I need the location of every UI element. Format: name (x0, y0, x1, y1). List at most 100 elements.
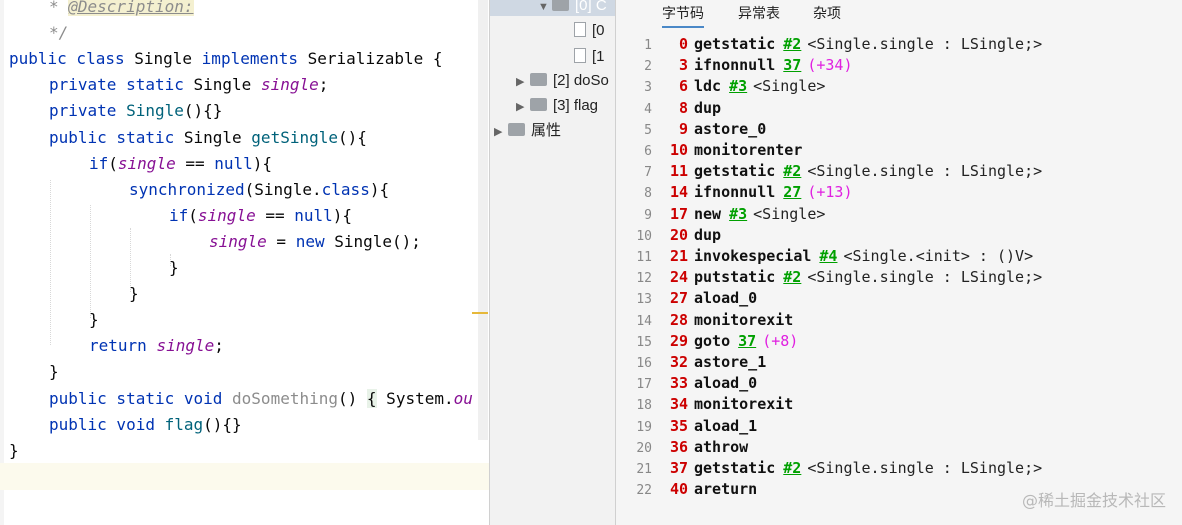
code-token: } (9, 440, 19, 460)
tree-node-label: 属性 (531, 122, 562, 139)
code-token: */ (49, 23, 69, 43)
code-token: ( (108, 153, 118, 173)
code-token: == (175, 153, 215, 173)
operand-description: <Single.<init> : ()V> (843, 247, 1034, 265)
code-token: Single (183, 127, 252, 147)
code-token: flag (164, 414, 204, 434)
opcode: aload_0 (694, 374, 758, 393)
line-number: 4 (644, 101, 652, 117)
code-line: if(single == null){ (89, 151, 272, 177)
current-line-highlight (0, 463, 489, 490)
opcode: goto (694, 331, 731, 350)
code-token: single (209, 231, 267, 251)
tab-exception-table[interactable]: 异常表 (738, 0, 780, 26)
bytecode-offset: 29 (669, 331, 688, 350)
tree-folder-node[interactable]: ▼ [0] C (538, 0, 607, 18)
constant-pool-link[interactable]: #3 (729, 205, 747, 223)
constant-pool-link[interactable]: #2 (783, 268, 801, 286)
bytecode-line: 2 3 ifnonnull 37 (+34) (616, 55, 852, 76)
bytecode-offset: 35 (669, 416, 688, 435)
operand-description: <Single.single : LSingle;> (807, 162, 1043, 181)
code-editor[interactable]: * @Description: */ public class Single imp… (0, 0, 489, 525)
bytecode-offset: 0 (678, 35, 688, 53)
bytecode-offset: 8 (678, 98, 688, 117)
tree-folder-node[interactable]: ▶ [2] doSo (516, 69, 609, 93)
operand-description: <Single.single : LSingle;> (807, 268, 1043, 287)
code-line: */ (49, 20, 68, 46)
code-token: single (156, 336, 215, 356)
constant-pool-link[interactable]: #4 (819, 247, 837, 265)
opcode: dup (694, 225, 722, 244)
line-number: 14 (636, 313, 652, 329)
opcode: ifnonnull (694, 56, 776, 75)
bytecode-line: 8 14 ifnonnull 27 (+13) (616, 182, 852, 203)
code-line: if(single == null){ (169, 203, 352, 229)
line-number: 7 (644, 165, 652, 181)
bytecode-line: 4 8 dup (616, 98, 721, 119)
code-token: () (338, 388, 367, 408)
opcode: getstatic (694, 35, 776, 53)
bytecode-offset: 20 (669, 225, 688, 244)
bytecode-offset: 37 (669, 459, 688, 477)
tree-node-label: [0 (592, 22, 605, 39)
bytecode-offset: 3 (678, 56, 688, 75)
opcode: monitorenter (694, 141, 803, 159)
editor-scrollbar[interactable] (478, 0, 488, 440)
code-token: single (117, 153, 176, 173)
code-token: public static void (49, 388, 233, 408)
code-token: single (197, 205, 256, 225)
tab-bytecode[interactable]: 字节码 (662, 0, 704, 28)
tree-folder-node[interactable]: ▶ [3] flag (516, 94, 598, 118)
code-token: null (294, 205, 333, 225)
line-number: 22 (636, 483, 652, 499)
tree-file-node[interactable]: [0 (560, 19, 605, 43)
indent-guide (50, 180, 52, 345)
tree-folder-node[interactable]: ▶ 属性 (494, 119, 561, 143)
class-structure-tree[interactable]: ▼ [0] C [0 [1 ▶ [2] doSo ▶ [3] flag ▶ 属性 (490, 0, 615, 525)
chevron-right-icon[interactable]: ▶ (516, 70, 530, 94)
tree-file-node[interactable]: [1 (560, 45, 605, 69)
constant-pool-link[interactable]: 27 (783, 183, 801, 201)
code-token: == (255, 205, 295, 225)
line-number: 9 (644, 207, 652, 223)
constant-pool-link[interactable]: #2 (783, 35, 801, 53)
bytecode-line: 7 11 getstatic #2 <Single.single : LSingle;> (616, 161, 1042, 182)
code-token: private static (49, 75, 194, 95)
line-number: 11 (636, 250, 652, 265)
bytecode-offset: 33 (669, 374, 688, 393)
line-number: 1 (644, 38, 652, 53)
code-token: implements (201, 49, 308, 69)
bytecode-line: 16 32 astore_1 (616, 352, 766, 373)
constant-pool-link[interactable]: #2 (783, 459, 801, 477)
bytecode-line: 17 33 aload_0 (616, 373, 757, 394)
bytecode-line: 21 37 getstatic #2 <Single.single : LSingle;… (616, 458, 1042, 479)
bytecode-line: 3 6 ldc #3 <Single> (616, 76, 825, 97)
constant-pool-link[interactable]: #2 (783, 162, 801, 180)
bytecode-offset: 40 (669, 480, 688, 499)
line-number: 16 (636, 356, 652, 371)
operand-description: <Single> (753, 204, 826, 223)
code-line: } (49, 359, 59, 385)
constant-pool-link[interactable]: #3 (729, 77, 747, 95)
chevron-right-icon[interactable]: ▶ (494, 120, 508, 144)
code-token: System. (376, 388, 454, 408)
bytecode-line: 5 9 astore_0 (616, 119, 766, 140)
indent-guide (90, 205, 92, 318)
tab-misc[interactable]: 杂项 (813, 0, 841, 26)
constant-pool-link[interactable]: 37 (738, 332, 756, 350)
constant-pool-link[interactable]: 37 (783, 56, 801, 74)
code-token: synchronized (129, 179, 245, 199)
code-token: } (129, 284, 139, 304)
chevron-right-icon[interactable]: ▶ (516, 95, 530, 119)
folder-icon (530, 98, 547, 111)
bytecode-offset: 36 (669, 437, 688, 456)
opcode: dup (694, 98, 722, 117)
code-token: ou (453, 388, 473, 408)
chevron-down-icon[interactable]: ▼ (538, 0, 552, 19)
bytecode-offset: 27 (669, 289, 688, 308)
line-number: 10 (636, 228, 652, 244)
code-line: } (129, 281, 139, 307)
line-number: 2 (644, 59, 652, 75)
code-token: ; (318, 75, 329, 95)
opcode: invokespecial (694, 247, 812, 265)
